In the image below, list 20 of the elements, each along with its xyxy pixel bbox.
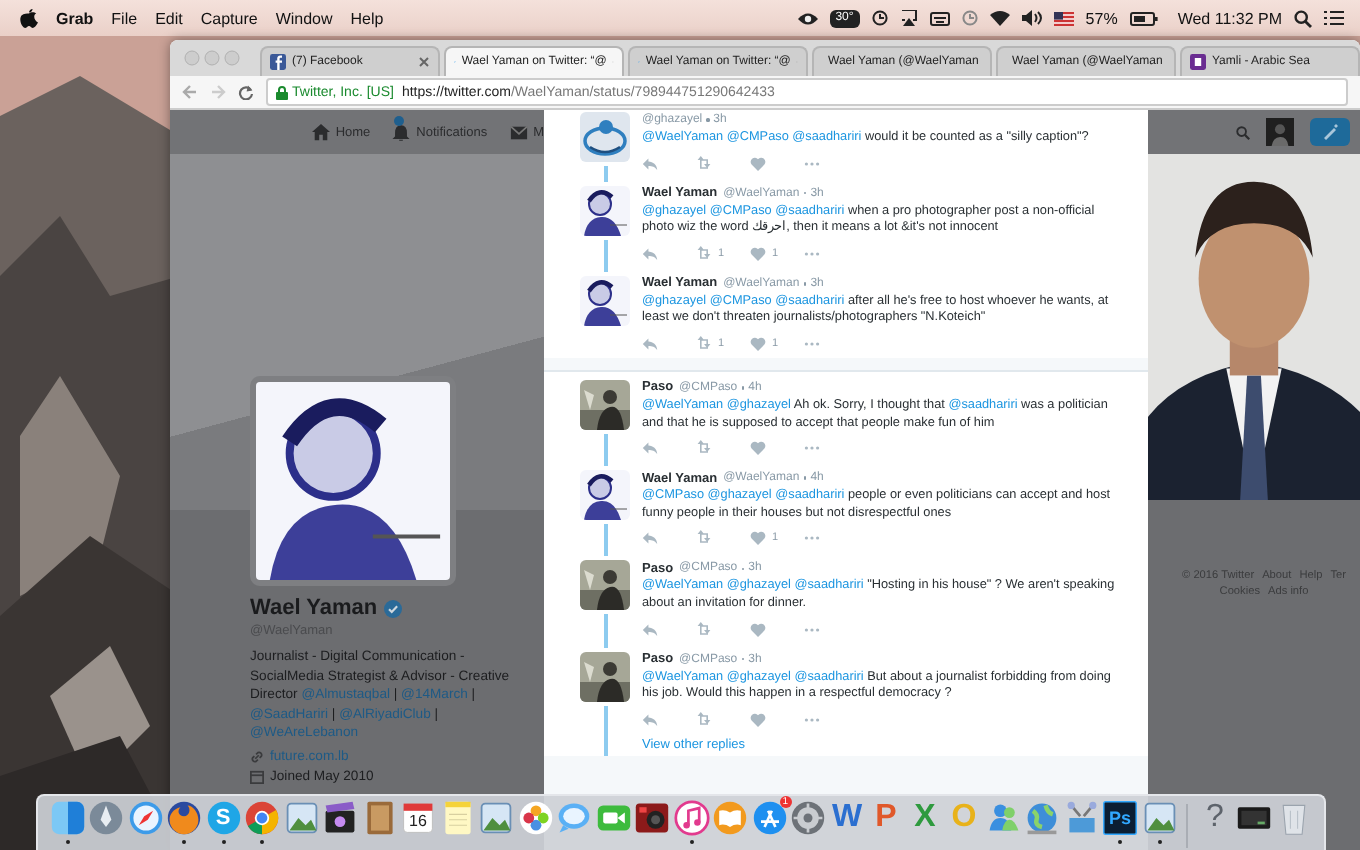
history-icon[interactable] <box>961 10 978 26</box>
menu-item[interactable]: Edit <box>155 9 183 27</box>
menu-item[interactable]: File <box>111 9 138 27</box>
keyboard-icon[interactable] <box>929 11 950 25</box>
volume-icon[interactable] <box>1021 10 1042 26</box>
app-menu[interactable]: Grab <box>56 9 94 27</box>
clock-text[interactable]: Wed 11:32 PM <box>1177 9 1282 27</box>
menu-item[interactable]: Help <box>350 9 384 27</box>
battery-icon <box>1129 11 1158 25</box>
clock-icon[interactable] <box>871 10 888 26</box>
battery-percent: 57% <box>1085 9 1118 27</box>
wifi-icon[interactable] <box>989 10 1010 26</box>
airplay-icon[interactable] <box>899 10 918 26</box>
search-icon[interactable] <box>1294 9 1312 27</box>
menu-item[interactable]: Capture <box>200 9 258 27</box>
eye-icon[interactable] <box>797 11 818 25</box>
flag-icon[interactable] <box>1053 11 1074 25</box>
apple-icon[interactable] <box>20 8 38 28</box>
menu-item[interactable]: Window <box>275 9 333 27</box>
list-icon[interactable] <box>1324 10 1344 26</box>
